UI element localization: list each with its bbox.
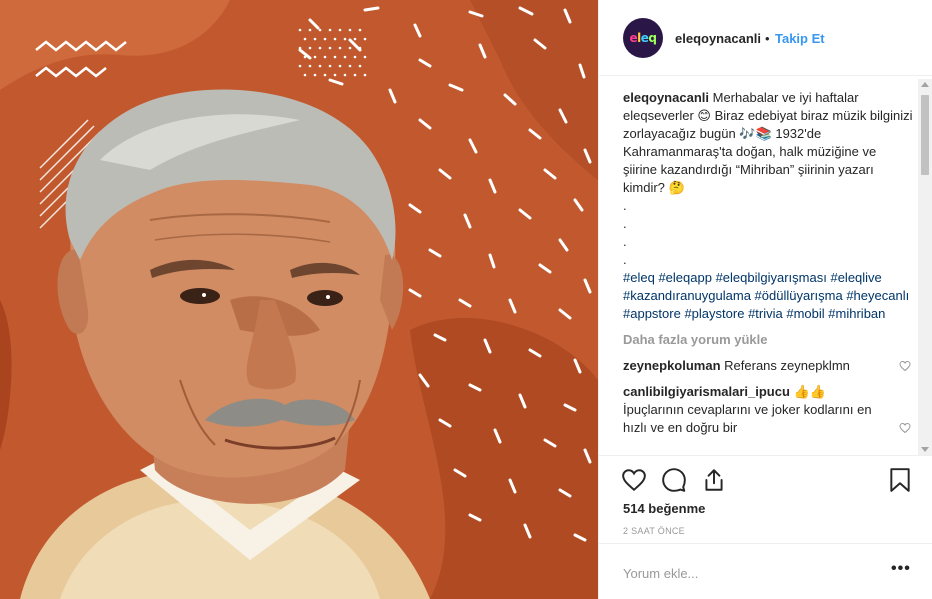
hashtag-link[interactable]: #playstore [684,306,744,321]
decorative-dot [343,37,347,41]
decorative-dot [363,73,367,77]
decorative-dot [353,37,357,41]
share-icon[interactable] [701,467,727,493]
header-username[interactable]: eleqoynacanli [675,31,761,46]
hashtag-link[interactable]: #kazandıranuygulama [623,288,751,303]
follow-button[interactable]: Takip Et [775,31,825,46]
decorative-dot [358,28,362,32]
separator-dot: • [765,31,770,46]
bookmark-icon[interactable] [887,467,913,493]
hashtag-link[interactable]: #eleqbilgiyarışması [716,270,827,285]
decorative-dot [303,55,307,59]
caption-dot: . [623,252,627,267]
comment-text: Referans zeynepklmn [724,358,850,373]
comments-list[interactable]: eleqoynacanli Merhabalar ve iyi haftalar… [599,77,932,455]
load-more-comments-button[interactable]: Daha fazla yorum yükle [623,331,913,349]
decorative-dot [348,46,352,50]
decorative-dot [343,73,347,77]
avatar-logo: eleq [629,31,658,45]
decorative-dot [298,28,302,32]
decorative-dash [363,6,380,12]
decorative-dot [358,64,362,68]
decorative-dot [303,37,307,41]
decorative-dot [308,46,312,50]
decorative-dot [338,46,342,50]
decorative-dot [313,37,317,41]
decorative-dot [313,73,317,77]
more-options-icon[interactable]: ••• [891,561,911,581]
comment-item: canlibilgiyarismalari_ipucu 👍👍 İpuçların… [623,383,913,437]
add-comment-bar: ••• [599,543,932,599]
decorative-dot [328,64,332,68]
caption-username[interactable]: eleqoynacanli [623,90,709,105]
caption-text: Merhabalar ve iyi haftalar eleqseverler … [623,90,913,195]
caption-dot: . [623,216,627,231]
scroll-down-arrow-icon[interactable] [921,447,929,452]
decorative-dot [328,28,332,32]
hashtag-link[interactable]: #mihriban [828,306,885,321]
decorative-dot [298,64,302,68]
hashtag-link[interactable]: #eleq [623,270,655,285]
decorative-dot [328,46,332,50]
decorative-dot [323,73,327,77]
post-sidebar: eleq eleqoynacanli • Takip Et eleqoynaca… [598,0,932,599]
hashtag-list: #eleq #eleqapp #eleqbilgiyarışması #eleq… [623,269,913,323]
decorative-dot [348,64,352,68]
decorative-dot [318,64,322,68]
comment-username[interactable]: zeynepkoluman [623,358,721,373]
portrait-illustration [0,0,598,599]
post-header: eleq eleqoynacanli • Takip Et [599,0,932,76]
caption-dot: . [623,234,627,249]
decorative-dot [298,46,302,50]
hashtag-link[interactable]: #heyecanlı [846,288,909,303]
decorative-dot [333,73,337,77]
decorative-dot [353,73,357,77]
hashtag-link[interactable]: #eleqlive [830,270,881,285]
hashtag-link[interactable]: #appstore [623,306,681,321]
decorative-dot [308,28,312,32]
comment-username[interactable]: canlibilgiyarismalari_ipucu [623,384,790,399]
decorative-dot [308,64,312,68]
post-dialog: eleq eleqoynacanli • Takip Et eleqoynaca… [0,0,932,599]
post-actions: 514 beğenme 2 SAAT ÖNCE [599,455,932,540]
decorative-dot [348,28,352,32]
decorative-dot [338,64,342,68]
avatar[interactable]: eleq [623,18,663,58]
decorative-dot [363,55,367,59]
hashtag-link[interactable]: #trivia [748,306,783,321]
scroll-thumb[interactable] [921,95,929,175]
likes-count[interactable]: 514 beğenme [623,501,705,516]
heart-icon[interactable] [899,360,911,372]
decorative-dot [323,37,327,41]
decorative-dot [338,28,342,32]
decorative-dot [353,55,357,59]
decorative-dot [323,55,327,59]
caption: eleqoynacanli Merhabalar ve iyi haftalar… [623,89,913,197]
decorative-dot [313,55,317,59]
hashtag-link[interactable]: #mobil [786,306,824,321]
hashtag-link[interactable]: #ödüllüyarışma [755,288,843,303]
decorative-dot [363,37,367,41]
hashtag-link[interactable]: #eleqapp [658,270,712,285]
post-timestamp[interactable]: 2 SAAT ÖNCE [623,526,685,536]
caption-dot: . [623,198,627,213]
like-heart-icon[interactable] [621,467,647,493]
comments-scrollbar[interactable] [918,79,932,455]
comment-bubble-icon[interactable] [661,467,687,493]
comment-item: zeynepkoluman Referans zeynepklmn [623,357,913,375]
decorative-dot [303,73,307,77]
post-image[interactable] [0,0,598,599]
scroll-up-arrow-icon[interactable] [921,82,929,87]
decorative-dot [358,46,362,50]
heart-icon[interactable] [899,422,911,434]
decorative-dot [333,37,337,41]
add-comment-input[interactable] [623,563,863,583]
decorative-dot [318,28,322,32]
decorative-dot [333,55,337,59]
decorative-dot [318,46,322,50]
decorative-dot [343,55,347,59]
